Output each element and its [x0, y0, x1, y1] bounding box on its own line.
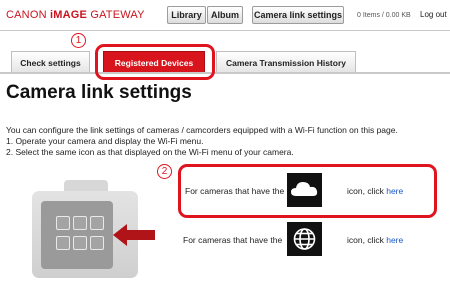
- page-title: Camera link settings: [6, 82, 192, 103]
- cloud-icon[interactable]: [287, 173, 322, 207]
- menu-icon-tile: [90, 236, 104, 250]
- camera-screen: [41, 201, 113, 269]
- logout-link[interactable]: Log out: [420, 10, 447, 19]
- globe-row-prefix: For cameras that have the: [183, 235, 283, 245]
- globe-icon[interactable]: [287, 222, 322, 256]
- menu-icon-tile: [56, 216, 70, 230]
- globe-row-suffix-text: icon, click: [347, 235, 384, 245]
- canon-image-gateway-logo: CANON iMAGE GATEWAY: [6, 9, 145, 21]
- cloud-icon-graphic: [291, 182, 318, 196]
- menu-icon-tile: [56, 236, 70, 250]
- globe-icon-graphic: [293, 228, 316, 250]
- logo-brand: CANON: [6, 9, 47, 21]
- album-button[interactable]: Album: [207, 6, 243, 24]
- cloud-here-link[interactable]: here: [386, 186, 403, 196]
- menu-icon-tile: [73, 236, 87, 250]
- intro-text: You can configure the link settings of c…: [6, 125, 398, 135]
- registered-devices-highlight: [95, 44, 215, 80]
- tab-check-settings[interactable]: Check settings: [11, 51, 90, 73]
- cloud-row-suffix: icon, click here: [347, 186, 403, 196]
- logo-gateway: GATEWAY: [90, 9, 145, 21]
- header-divider: [0, 30, 450, 31]
- step-two-marker: 2: [157, 164, 172, 179]
- camera-link-settings-button[interactable]: Camera link settings: [252, 6, 344, 24]
- library-button[interactable]: Library: [167, 6, 206, 24]
- cloud-row-suffix-text: icon, click: [347, 186, 384, 196]
- tab-camera-transmission-history[interactable]: Camera Transmission History: [216, 51, 356, 73]
- storage-usage: 0 Items / 0.00 KB: [357, 12, 411, 19]
- globe-here-link[interactable]: here: [386, 235, 403, 245]
- arrow-left-icon: [113, 224, 155, 246]
- globe-row-suffix: icon, click here: [347, 235, 403, 245]
- logo-image: iMAGE: [50, 9, 88, 21]
- menu-icon-tile: [73, 216, 87, 230]
- tab-bar-underline: [0, 72, 450, 74]
- menu-icon-tile: [90, 216, 104, 230]
- step-1-text: 1. Operate your camera and display the W…: [6, 136, 204, 146]
- step-2-text: 2. Select the same icon as that displaye…: [6, 147, 294, 157]
- step-one-marker: 1: [71, 33, 86, 48]
- cloud-row-prefix: For cameras that have the: [185, 186, 285, 196]
